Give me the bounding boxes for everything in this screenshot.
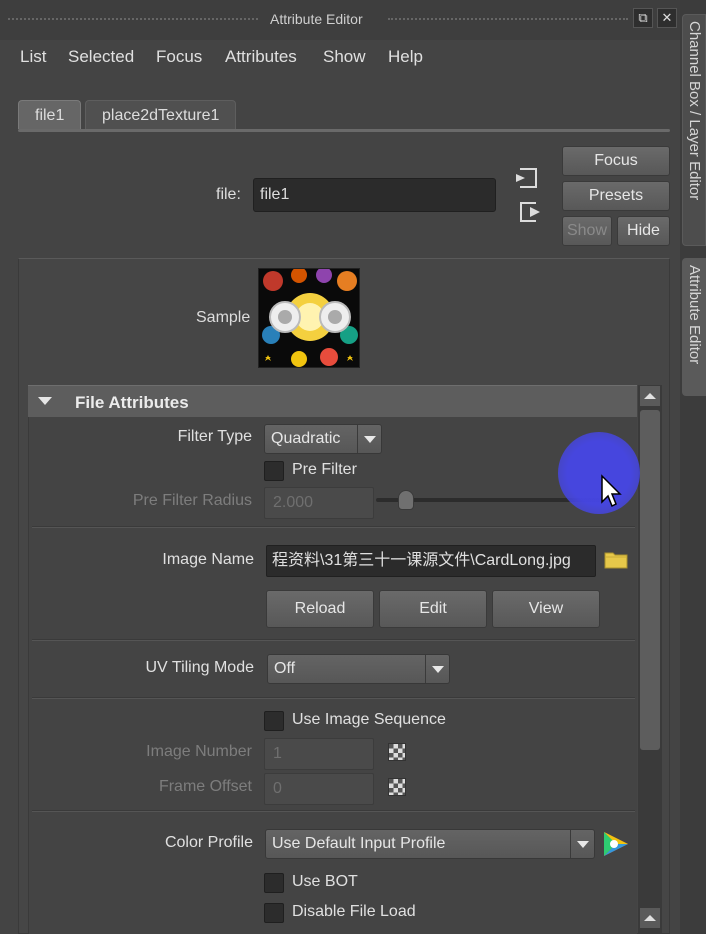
use-bot-label: Use BOT [292, 873, 358, 890]
filter-type-label: Filter Type [177, 428, 252, 445]
side-tab-attribute-editor[interactable]: Attribute Editor [682, 258, 706, 396]
title-bar: Attribute Editor ⧉ ✕ [0, 0, 680, 40]
menu-show[interactable]: Show [323, 47, 366, 67]
menu-list[interactable]: List [20, 47, 46, 67]
focus-button[interactable]: Focus [562, 146, 670, 176]
pre-filter-radius-field[interactable]: 2.000 [264, 487, 374, 519]
keyframe-icon[interactable] [388, 743, 406, 761]
menu-selected[interactable]: Selected [68, 47, 134, 67]
show-button[interactable]: Show [562, 216, 612, 246]
scroll-down-icon[interactable] [640, 908, 660, 928]
title-grip-right[interactable] [388, 18, 628, 22]
close-icon[interactable]: ✕ [657, 8, 677, 28]
side-tab-channel-box[interactable]: Channel Box / Layer Editor [682, 14, 706, 246]
mouse-cursor-icon [601, 474, 622, 508]
color-profile-value: Use Default Input Profile [272, 835, 446, 852]
input-connection-icon[interactable] [514, 166, 538, 190]
cursor-highlight [558, 432, 640, 514]
chevron-down-icon [425, 655, 449, 683]
image-name-label: Image Name [162, 551, 254, 568]
keyframe-icon[interactable] [388, 778, 406, 796]
section-divider [32, 810, 635, 812]
image-number-label: Image Number [146, 743, 252, 760]
section-divider [32, 697, 635, 699]
filter-type-value: Quadratic [271, 430, 341, 447]
output-connection-icon[interactable] [518, 200, 542, 224]
title-grip-left[interactable] [8, 18, 258, 22]
slider-handle[interactable] [398, 490, 414, 510]
image-name-field[interactable]: 程资料\31第三十一课源文件\CardLong.jpg [266, 545, 596, 577]
presets-button[interactable]: Presets [562, 181, 670, 211]
node-name-input[interactable] [253, 178, 496, 212]
scroll-up-icon[interactable] [640, 386, 660, 406]
frame-offset-field[interactable]: 0 [264, 773, 374, 805]
edit-button[interactable]: Edit [379, 590, 487, 628]
use-bot-checkbox[interactable] [264, 873, 284, 893]
pre-filter-checkbox[interactable] [264, 461, 284, 481]
tab-place2dtexture1[interactable]: place2dTexture1 [85, 100, 237, 129]
section-divider [32, 639, 635, 641]
collapse-arrow-icon[interactable] [38, 397, 52, 405]
tab-divider [18, 129, 670, 132]
reload-button[interactable]: Reload [266, 590, 374, 628]
frame-offset-label: Frame Offset [158, 778, 252, 795]
filter-type-dropdown[interactable]: Quadratic [264, 424, 382, 454]
chevron-down-icon [570, 830, 594, 858]
float-window-icon[interactable]: ⧉ [633, 8, 653, 28]
color-management-icon[interactable] [602, 830, 630, 858]
window-title: Attribute Editor [270, 11, 363, 27]
tab-file1[interactable]: file1 [18, 100, 82, 129]
color-profile-label: Color Profile [164, 834, 253, 851]
uv-tiling-mode-dropdown[interactable]: Off [267, 654, 450, 684]
pre-filter-radius-label: Pre Filter Radius [132, 492, 252, 509]
side-tab-channel-box-label: Channel Box / Layer Editor [686, 21, 703, 201]
pre-filter-label: Pre Filter [292, 461, 357, 478]
disable-file-load-label: Disable File Load [292, 903, 416, 920]
section-title: File Attributes [75, 393, 189, 412]
disable-file-load-checkbox[interactable] [264, 903, 284, 923]
menu-bar: List Selected Focus Attributes Show Help [0, 40, 680, 76]
sample-label: Sample [196, 309, 251, 326]
file-attributes-header[interactable]: File Attributes [28, 385, 637, 417]
use-image-sequence-label: Use Image Sequence [292, 711, 446, 728]
uv-tiling-mode-label: UV Tiling Mode [145, 659, 255, 676]
hide-button[interactable]: Hide [617, 216, 670, 246]
section-divider [32, 526, 635, 528]
node-name-label: file: [216, 186, 241, 203]
chevron-down-icon [357, 425, 381, 453]
menu-help[interactable]: Help [388, 47, 423, 67]
image-number-field[interactable]: 1 [264, 738, 374, 770]
view-button[interactable]: View [492, 590, 600, 628]
folder-icon[interactable] [604, 549, 628, 569]
uv-tiling-mode-value: Off [274, 660, 296, 677]
menu-focus[interactable]: Focus [156, 47, 202, 67]
use-image-sequence-checkbox[interactable] [264, 711, 284, 731]
color-profile-dropdown[interactable]: Use Default Input Profile [265, 829, 595, 859]
sample-swatch-image [258, 268, 360, 368]
side-tab-attribute-editor-label: Attribute Editor [686, 265, 703, 365]
menu-attributes[interactable]: Attributes [225, 47, 297, 67]
scrollbar-thumb[interactable] [640, 410, 660, 750]
